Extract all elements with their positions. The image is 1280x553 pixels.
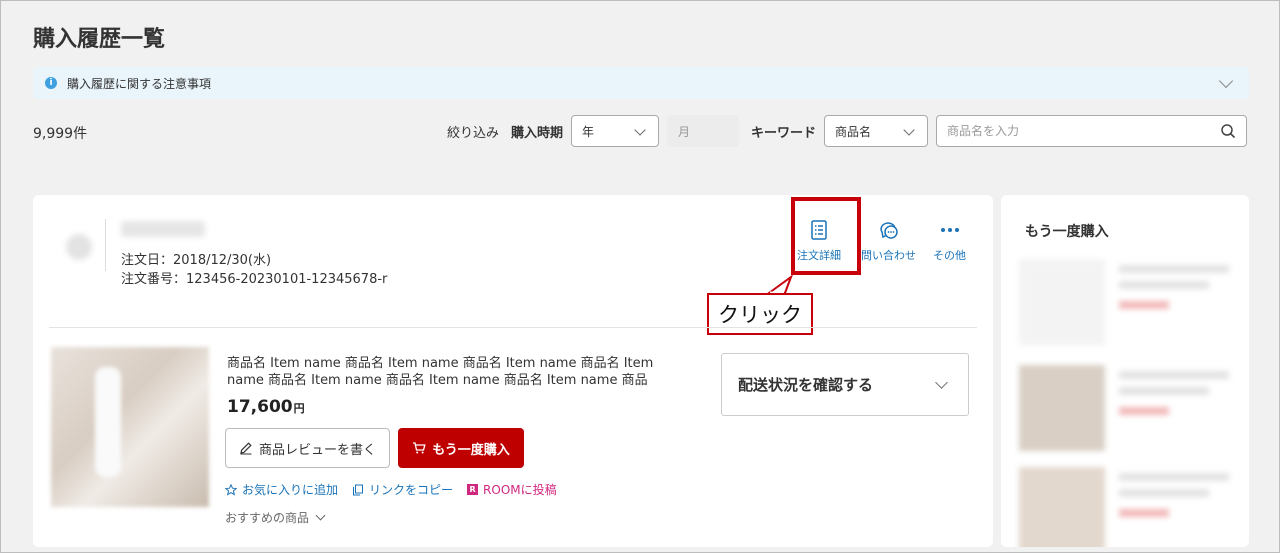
document-list-icon xyxy=(811,220,827,240)
shipping-status-label: 配送状況を確認する xyxy=(738,376,874,394)
product-price: 17,600円 xyxy=(227,397,305,417)
filter-label: 絞り込み xyxy=(446,125,499,141)
keyword-type-select[interactable]: 商品名 xyxy=(824,115,928,147)
keyword-type-value: 商品名 xyxy=(835,124,872,139)
shop-name-blurred[interactable] xyxy=(121,221,205,237)
chevron-down-icon xyxy=(634,124,646,136)
month-select-value: 月 xyxy=(677,124,690,139)
search-input[interactable] xyxy=(947,124,1220,138)
chevron-down-icon xyxy=(903,124,915,136)
year-select[interactable]: 年 xyxy=(570,115,659,147)
info-icon: i xyxy=(45,77,57,89)
shop-divider xyxy=(105,219,106,271)
buy-again-item[interactable] xyxy=(1019,365,1239,451)
buy-again-panel-title: もう一度購入 xyxy=(1025,224,1109,240)
recommended-label: おすすめの商品 xyxy=(225,511,310,525)
order-detail-label: 注文詳細 xyxy=(797,249,841,262)
copy-link-link[interactable]: リンクをコピー xyxy=(352,481,453,498)
pencil-icon xyxy=(240,442,252,455)
add-favorite-link[interactable]: お気に入りに追加 xyxy=(225,481,338,498)
room-post-label: ROOMに投稿 xyxy=(483,483,557,497)
star-icon xyxy=(225,483,237,496)
chevron-down-icon xyxy=(315,510,326,521)
more-button[interactable]: その他 xyxy=(933,219,966,263)
order-detail-button[interactable]: 注文詳細 xyxy=(797,219,841,263)
result-count: 9,999件 xyxy=(33,126,88,142)
month-select[interactable]: 月 xyxy=(666,115,739,147)
room-logo-icon: R xyxy=(467,484,479,495)
buy-again-item[interactable] xyxy=(1019,467,1239,547)
write-review-label: 商品レビューを書く xyxy=(258,442,376,458)
order-card: 注文日：2018/12/30(水) 注文番号：123456-20230101-1… xyxy=(33,195,993,547)
add-favorite-label: お気に入りに追加 xyxy=(242,483,339,497)
buy-again-button[interactable]: もう一度購入 xyxy=(398,428,524,468)
cart-icon xyxy=(413,442,426,454)
buy-again-panel: もう一度購入 xyxy=(1001,195,1249,547)
search-icon[interactable] xyxy=(1220,123,1236,139)
search-box xyxy=(936,115,1247,147)
price-value: 17,600 xyxy=(227,397,293,417)
annotation-callout: クリック xyxy=(707,293,813,335)
write-review-button[interactable]: 商品レビューを書く xyxy=(225,428,390,468)
keyword-label: キーワード xyxy=(750,125,816,141)
recommended-products-toggle[interactable]: おすすめの商品 xyxy=(225,509,326,526)
card-divider xyxy=(49,327,977,328)
chevron-down-icon[interactable] xyxy=(1218,73,1234,88)
shop-logo[interactable] xyxy=(55,219,103,275)
page-title: 購入履歴一覧 xyxy=(33,27,166,52)
copy-link-label: リンクをコピー xyxy=(369,483,454,497)
product-links: お気に入りに追加 リンクをコピー R ROOMに投稿 xyxy=(225,481,571,498)
copy-icon xyxy=(353,484,364,495)
period-label: 購入時期 xyxy=(510,125,563,141)
shipping-status-toggle[interactable]: 配送状況を確認する xyxy=(721,353,969,416)
buy-again-item[interactable] xyxy=(1019,259,1239,345)
order-date: 注文日：2018/12/30(水) xyxy=(121,253,272,268)
product-image[interactable] xyxy=(51,347,209,507)
year-select-value: 年 xyxy=(581,124,594,139)
notice-text: 購入履歴に関する注意事項 xyxy=(67,76,212,91)
more-dots-icon xyxy=(940,228,959,232)
room-post-link[interactable]: R ROOMに投稿 xyxy=(467,481,557,498)
inquiry-button[interactable]: 問い合わせ xyxy=(861,219,916,263)
price-currency: 円 xyxy=(293,402,305,415)
notice-bar[interactable]: i 購入履歴に関する注意事項 xyxy=(33,67,1249,99)
order-number: 注文番号：123456-20230101-12345678-r xyxy=(121,272,388,287)
product-name[interactable]: 商品名 Item name 商品名 Item name 商品名 Item nam… xyxy=(227,355,667,389)
chat-bubble-icon xyxy=(879,222,898,239)
chevron-down-icon xyxy=(935,375,948,389)
inquiry-label: 問い合わせ xyxy=(861,249,916,262)
buy-again-label: もう一度購入 xyxy=(432,442,510,458)
more-label: その他 xyxy=(933,249,966,262)
filter-bar: 絞り込み 購入時期 年 月 キーワード 商品名 xyxy=(447,115,1247,147)
